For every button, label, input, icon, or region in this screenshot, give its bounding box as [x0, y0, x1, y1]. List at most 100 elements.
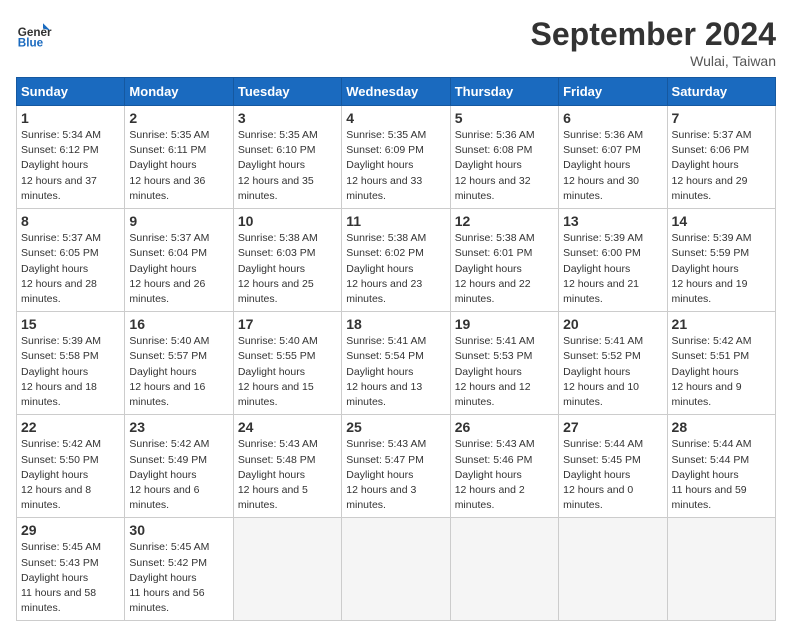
day-cell-20: 20 Sunrise: 5:41 AMSunset: 5:52 PMDaylig…	[559, 312, 667, 415]
day-content: Sunrise: 5:41 AMSunset: 5:53 PMDaylight …	[455, 335, 535, 408]
day-number: 16	[129, 316, 228, 332]
day-content: Sunrise: 5:34 AMSunset: 6:12 PMDaylight …	[21, 129, 101, 202]
day-content: Sunrise: 5:41 AMSunset: 5:52 PMDaylight …	[563, 335, 643, 408]
calendar-week-1: 1 Sunrise: 5:34 AMSunset: 6:12 PMDayligh…	[17, 106, 776, 209]
location: Wulai, Taiwan	[531, 53, 776, 69]
day-content: Sunrise: 5:41 AMSunset: 5:54 PMDaylight …	[346, 335, 426, 408]
day-cell-6: 6 Sunrise: 5:36 AMSunset: 6:07 PMDayligh…	[559, 106, 667, 209]
empty-cell	[559, 518, 667, 621]
empty-cell	[667, 518, 775, 621]
day-number: 6	[563, 110, 662, 126]
empty-cell	[342, 518, 450, 621]
day-number: 13	[563, 213, 662, 229]
day-content: Sunrise: 5:45 AMSunset: 5:43 PMDaylight …	[21, 541, 101, 614]
calendar-week-3: 15 Sunrise: 5:39 AMSunset: 5:58 PMDaylig…	[17, 312, 776, 415]
day-number: 11	[346, 213, 445, 229]
day-number: 20	[563, 316, 662, 332]
col-tuesday: Tuesday	[233, 78, 341, 106]
day-number: 10	[238, 213, 337, 229]
col-friday: Friday	[559, 78, 667, 106]
day-number: 27	[563, 419, 662, 435]
day-cell-27: 27 Sunrise: 5:44 AMSunset: 5:45 PMDaylig…	[559, 415, 667, 518]
day-cell-18: 18 Sunrise: 5:41 AMSunset: 5:54 PMDaylig…	[342, 312, 450, 415]
day-number: 25	[346, 419, 445, 435]
day-content: Sunrise: 5:35 AMSunset: 6:11 PMDaylight …	[129, 129, 209, 202]
day-cell-25: 25 Sunrise: 5:43 AMSunset: 5:47 PMDaylig…	[342, 415, 450, 518]
day-content: Sunrise: 5:43 AMSunset: 5:47 PMDaylight …	[346, 438, 426, 511]
day-number: 4	[346, 110, 445, 126]
day-cell-21: 21 Sunrise: 5:42 AMSunset: 5:51 PMDaylig…	[667, 312, 775, 415]
col-saturday: Saturday	[667, 78, 775, 106]
day-content: Sunrise: 5:40 AMSunset: 5:57 PMDaylight …	[129, 335, 209, 408]
day-cell-15: 15 Sunrise: 5:39 AMSunset: 5:58 PMDaylig…	[17, 312, 125, 415]
day-number: 22	[21, 419, 120, 435]
day-content: Sunrise: 5:35 AMSunset: 6:09 PMDaylight …	[346, 129, 426, 202]
day-number: 26	[455, 419, 554, 435]
calendar-week-5: 29 Sunrise: 5:45 AMSunset: 5:43 PMDaylig…	[17, 518, 776, 621]
day-cell-2: 2 Sunrise: 5:35 AMSunset: 6:11 PMDayligh…	[125, 106, 233, 209]
day-number: 28	[672, 419, 771, 435]
col-thursday: Thursday	[450, 78, 558, 106]
day-content: Sunrise: 5:39 AMSunset: 5:58 PMDaylight …	[21, 335, 101, 408]
day-content: Sunrise: 5:38 AMSunset: 6:01 PMDaylight …	[455, 232, 535, 305]
day-content: Sunrise: 5:40 AMSunset: 5:55 PMDaylight …	[238, 335, 318, 408]
day-content: Sunrise: 5:39 AMSunset: 5:59 PMDaylight …	[672, 232, 752, 305]
page-header: General Blue September 2024 Wulai, Taiwa…	[16, 16, 776, 69]
day-cell-22: 22 Sunrise: 5:42 AMSunset: 5:50 PMDaylig…	[17, 415, 125, 518]
day-cell-1: 1 Sunrise: 5:34 AMSunset: 6:12 PMDayligh…	[17, 106, 125, 209]
day-cell-28: 28 Sunrise: 5:44 AMSunset: 5:44 PMDaylig…	[667, 415, 775, 518]
day-number: 17	[238, 316, 337, 332]
col-sunday: Sunday	[17, 78, 125, 106]
svg-text:Blue: Blue	[18, 37, 44, 50]
day-content: Sunrise: 5:43 AMSunset: 5:46 PMDaylight …	[455, 438, 535, 511]
calendar-table: Sunday Monday Tuesday Wednesday Thursday…	[16, 77, 776, 621]
day-content: Sunrise: 5:44 AMSunset: 5:45 PMDaylight …	[563, 438, 643, 511]
day-content: Sunrise: 5:39 AMSunset: 6:00 PMDaylight …	[563, 232, 643, 305]
empty-cell	[233, 518, 341, 621]
day-number: 9	[129, 213, 228, 229]
day-content: Sunrise: 5:36 AMSunset: 6:08 PMDaylight …	[455, 129, 535, 202]
calendar-week-4: 22 Sunrise: 5:42 AMSunset: 5:50 PMDaylig…	[17, 415, 776, 518]
day-content: Sunrise: 5:44 AMSunset: 5:44 PMDaylight …	[672, 438, 752, 511]
day-number: 19	[455, 316, 554, 332]
day-number: 1	[21, 110, 120, 126]
day-number: 30	[129, 522, 228, 538]
day-cell-5: 5 Sunrise: 5:36 AMSunset: 6:08 PMDayligh…	[450, 106, 558, 209]
day-number: 7	[672, 110, 771, 126]
day-cell-26: 26 Sunrise: 5:43 AMSunset: 5:46 PMDaylig…	[450, 415, 558, 518]
col-monday: Monday	[125, 78, 233, 106]
title-block: September 2024 Wulai, Taiwan	[531, 16, 776, 69]
day-cell-24: 24 Sunrise: 5:43 AMSunset: 5:48 PMDaylig…	[233, 415, 341, 518]
day-cell-29: 29 Sunrise: 5:45 AMSunset: 5:43 PMDaylig…	[17, 518, 125, 621]
day-content: Sunrise: 5:37 AMSunset: 6:04 PMDaylight …	[129, 232, 209, 305]
day-cell-11: 11 Sunrise: 5:38 AMSunset: 6:02 PMDaylig…	[342, 209, 450, 312]
day-cell-23: 23 Sunrise: 5:42 AMSunset: 5:49 PMDaylig…	[125, 415, 233, 518]
day-content: Sunrise: 5:36 AMSunset: 6:07 PMDaylight …	[563, 129, 643, 202]
day-cell-9: 9 Sunrise: 5:37 AMSunset: 6:04 PMDayligh…	[125, 209, 233, 312]
day-number: 18	[346, 316, 445, 332]
day-cell-17: 17 Sunrise: 5:40 AMSunset: 5:55 PMDaylig…	[233, 312, 341, 415]
day-number: 15	[21, 316, 120, 332]
day-cell-19: 19 Sunrise: 5:41 AMSunset: 5:53 PMDaylig…	[450, 312, 558, 415]
month-title: September 2024	[531, 16, 776, 53]
logo: General Blue	[16, 16, 52, 52]
day-content: Sunrise: 5:37 AMSunset: 6:06 PMDaylight …	[672, 129, 752, 202]
day-content: Sunrise: 5:38 AMSunset: 6:03 PMDaylight …	[238, 232, 318, 305]
day-cell-16: 16 Sunrise: 5:40 AMSunset: 5:57 PMDaylig…	[125, 312, 233, 415]
day-content: Sunrise: 5:45 AMSunset: 5:42 PMDaylight …	[129, 541, 209, 614]
day-number: 14	[672, 213, 771, 229]
day-cell-8: 8 Sunrise: 5:37 AMSunset: 6:05 PMDayligh…	[17, 209, 125, 312]
empty-cell	[450, 518, 558, 621]
day-cell-14: 14 Sunrise: 5:39 AMSunset: 5:59 PMDaylig…	[667, 209, 775, 312]
day-cell-12: 12 Sunrise: 5:38 AMSunset: 6:01 PMDaylig…	[450, 209, 558, 312]
logo-icon: General Blue	[16, 16, 52, 52]
day-cell-13: 13 Sunrise: 5:39 AMSunset: 6:00 PMDaylig…	[559, 209, 667, 312]
col-wednesday: Wednesday	[342, 78, 450, 106]
day-number: 2	[129, 110, 228, 126]
day-content: Sunrise: 5:42 AMSunset: 5:51 PMDaylight …	[672, 335, 752, 408]
column-headers: Sunday Monday Tuesday Wednesday Thursday…	[17, 78, 776, 106]
day-number: 12	[455, 213, 554, 229]
day-content: Sunrise: 5:43 AMSunset: 5:48 PMDaylight …	[238, 438, 318, 511]
day-content: Sunrise: 5:35 AMSunset: 6:10 PMDaylight …	[238, 129, 318, 202]
day-content: Sunrise: 5:42 AMSunset: 5:49 PMDaylight …	[129, 438, 209, 511]
